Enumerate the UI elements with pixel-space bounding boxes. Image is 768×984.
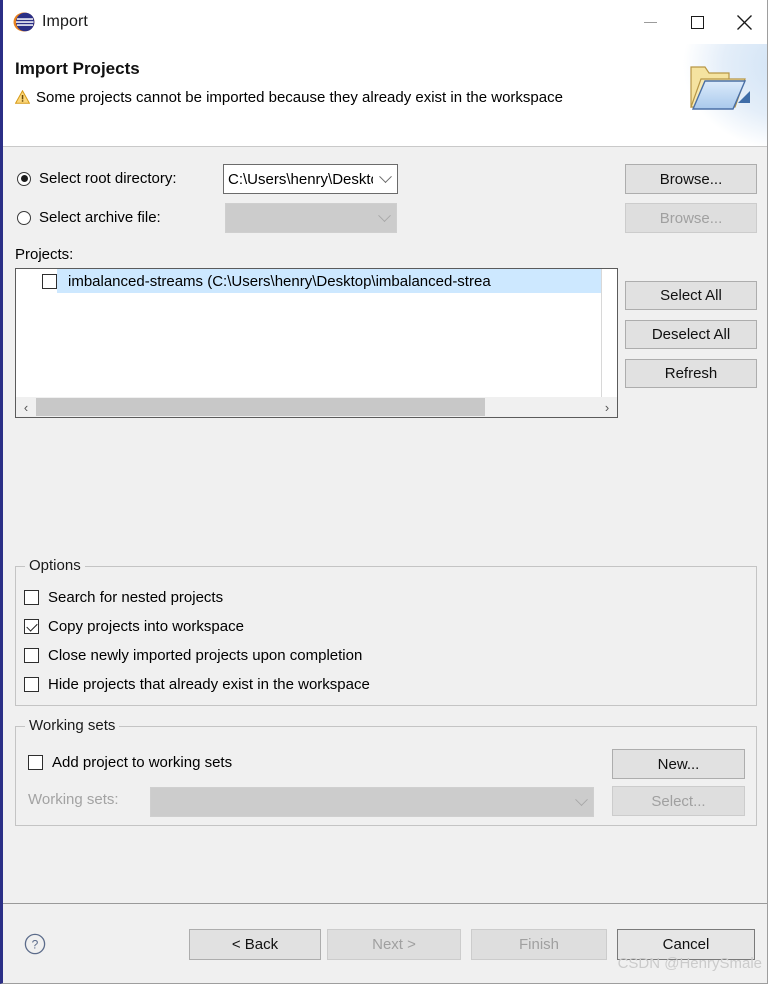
option-hide-existing-label: Hide projects that already exist in the … (48, 676, 370, 693)
checkbox-search-nested[interactable] (24, 590, 39, 605)
scroll-right-icon[interactable]: › (597, 397, 617, 417)
header-banner: Import Projects Some projects cannot be … (3, 44, 767, 147)
checkbox-close-imported[interactable] (24, 648, 39, 663)
help-question-icon[interactable]: ? (24, 933, 46, 959)
option-copy-projects-label: Copy projects into workspace (48, 618, 244, 635)
back-button[interactable]: < Back (189, 929, 321, 960)
next-button: Next > (327, 929, 461, 960)
select-working-set-button: Select... (612, 786, 745, 816)
footer-separator (3, 903, 767, 904)
option-close-imported-label: Close newly imported projects upon compl… (48, 647, 363, 664)
warning-text: Some projects cannot be imported because… (36, 89, 563, 106)
maximize-icon (691, 15, 704, 29)
project-row-highlight: imbalanced-streams (C:\Users\henry\Deskt… (57, 269, 601, 293)
working-sets-combo-label: Working sets: (28, 791, 119, 808)
option-copy-projects[interactable]: Copy projects into workspace (24, 618, 244, 635)
select-archive-file-radio[interactable]: Select archive file: (17, 209, 161, 226)
chevron-down-icon[interactable] (373, 165, 397, 193)
deselect-all-button[interactable]: Deselect All (625, 320, 757, 349)
title-bar: Import (3, 0, 767, 44)
scroll-left-icon[interactable]: ‹ (16, 397, 36, 417)
window-title: Import (42, 13, 88, 30)
scroll-track[interactable] (36, 397, 597, 417)
projects-horizontal-scrollbar[interactable]: ‹ › (16, 397, 617, 417)
archive-file-combo (225, 203, 397, 233)
root-directory-value: C:\Users\henry\Desktop\imbalanced-strea (228, 170, 373, 188)
close-icon (737, 14, 752, 30)
option-hide-existing[interactable]: Hide projects that already exist in the … (24, 676, 370, 693)
options-group-title: Options (25, 557, 85, 574)
page-title: Import Projects (15, 59, 140, 78)
radio-dot (20, 175, 28, 182)
title-bar-left: Import (3, 11, 88, 33)
import-dialog: Import Import Projects Some projects can… (0, 0, 768, 984)
project-checkbox[interactable] (42, 273, 57, 289)
add-project-to-working-sets-label: Add project to working sets (52, 754, 233, 771)
add-project-to-working-sets[interactable]: Add project to working sets (28, 754, 232, 771)
projects-label: Projects: (15, 246, 74, 263)
browse-root-directory-button[interactable]: Browse... (625, 164, 757, 194)
root-directory-combo[interactable]: C:\Users\henry\Desktop\imbalanced-strea (223, 164, 398, 194)
dialog-body: Select root directory: C:\Users\henry\De… (3, 148, 767, 888)
eclipse-logo-icon (13, 11, 35, 33)
projects-list-viewport: imbalanced-streams (C:\Users\henry\Deskt… (16, 269, 601, 397)
import-folder-icon (683, 57, 755, 123)
working-sets-combo (150, 787, 594, 817)
warning-message: Some projects cannot be imported because… (14, 87, 615, 108)
select-all-button[interactable]: Select All (625, 281, 757, 310)
option-search-nested-label: Search for nested projects (48, 589, 224, 606)
project-name: imbalanced-streams (C:\Users\henry\Deskt… (68, 272, 491, 290)
checkbox-copy-projects[interactable] (24, 619, 39, 634)
radio-archive-file-icon (17, 210, 31, 225)
projects-list[interactable]: imbalanced-streams (C:\Users\henry\Deskt… (15, 268, 618, 418)
option-search-nested[interactable]: Search for nested projects (24, 589, 223, 606)
select-root-directory-radio[interactable]: Select root directory: (17, 170, 177, 187)
minimize-icon (644, 21, 657, 23)
option-close-imported[interactable]: Close newly imported projects upon compl… (24, 647, 362, 664)
working-sets-group-title: Working sets (25, 717, 120, 734)
svg-text:?: ? (32, 938, 39, 952)
radio-root-directory-icon (17, 171, 31, 186)
finish-button: Finish (471, 929, 607, 960)
refresh-button[interactable]: Refresh (625, 359, 757, 388)
chevron-down-icon-working-sets (569, 788, 593, 816)
maximize-button[interactable] (674, 0, 721, 44)
warning-triangle-icon (14, 89, 31, 108)
checkbox-add-working-sets[interactable] (28, 755, 43, 770)
working-sets-group: Working sets Add project to working sets… (15, 717, 757, 826)
watermark: CSDN @HenrySmale (617, 955, 762, 972)
close-button[interactable] (721, 0, 767, 44)
scroll-thumb[interactable] (36, 398, 485, 416)
projects-vertical-scrollbar[interactable] (601, 269, 617, 397)
select-archive-file-label: Select archive file: (39, 209, 161, 226)
new-working-set-button[interactable]: New... (612, 749, 745, 779)
options-group: Options Search for nested projects Copy … (15, 557, 757, 706)
checkbox-hide-existing[interactable] (24, 677, 39, 692)
select-root-directory-label: Select root directory: (39, 170, 177, 187)
window-controls (627, 0, 767, 44)
browse-archive-file-button: Browse... (625, 203, 757, 233)
table-row[interactable]: imbalanced-streams (C:\Users\henry\Deskt… (16, 269, 601, 293)
minimize-button[interactable] (627, 0, 674, 44)
chevron-down-icon-archive (372, 204, 396, 232)
